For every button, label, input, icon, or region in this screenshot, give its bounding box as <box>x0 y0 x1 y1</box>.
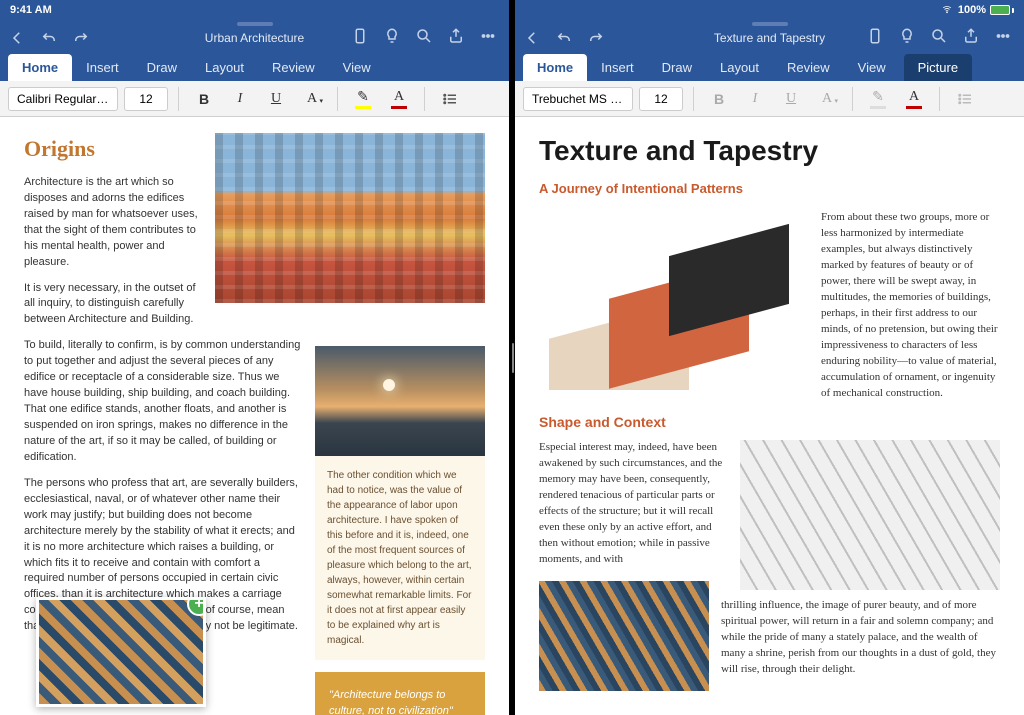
status-bar: 9:41 AM <box>0 0 509 20</box>
tab-review[interactable]: Review <box>258 54 329 81</box>
tab-home[interactable]: Home <box>523 54 587 81</box>
font-color-button[interactable]: A <box>899 85 929 113</box>
status-bar: 100% <box>515 0 1024 20</box>
battery-percent: 100% <box>958 4 986 16</box>
image-triangular-pattern[interactable] <box>740 440 1000 590</box>
image-colorful-buildings[interactable] <box>215 133 485 303</box>
document-title[interactable]: Urban Architecture <box>205 31 304 45</box>
image-geometric-thumbnail[interactable]: + <box>36 597 206 707</box>
share-icon[interactable] <box>962 27 980 50</box>
lightbulb-icon[interactable] <box>383 27 401 50</box>
underline-button[interactable]: U <box>261 85 291 113</box>
highlight-button[interactable]: ✎ <box>863 85 893 113</box>
back-icon[interactable] <box>8 29 26 47</box>
image-abstract-shapes[interactable] <box>539 210 809 390</box>
tab-insert[interactable]: Insert <box>587 54 648 81</box>
status-time: 9:41 AM <box>10 4 52 16</box>
document-canvas[interactable]: Origins Architecture is the art which so… <box>0 117 509 715</box>
font-family-select[interactable]: Calibri Regular (B <box>8 87 118 111</box>
format-bar: Calibri Regular (B 12 B I U A▾ ✎ A <box>0 81 509 117</box>
search-icon[interactable] <box>415 27 433 50</box>
tab-layout[interactable]: Layout <box>706 54 773 81</box>
device-icon[interactable] <box>351 27 369 50</box>
italic-button[interactable]: I <box>225 85 255 113</box>
tab-draw[interactable]: Draw <box>133 54 191 81</box>
redo-icon[interactable] <box>587 29 605 47</box>
left-header: Urban Architecture Home Insert Draw Layo… <box>0 20 509 81</box>
font-format-button[interactable]: A▾ <box>297 85 327 113</box>
separator <box>939 87 940 111</box>
undo-icon[interactable] <box>40 29 58 47</box>
caption-text: The other condition which we had to noti… <box>315 456 485 660</box>
drag-handle[interactable] <box>237 22 273 26</box>
bold-button[interactable]: B <box>704 85 734 113</box>
add-image-icon[interactable]: + <box>187 597 206 616</box>
device-icon[interactable] <box>866 27 884 50</box>
more-icon[interactable] <box>994 27 1012 50</box>
quote-text: "Architecture belongs to culture, not to… <box>329 688 471 715</box>
tab-picture[interactable]: Picture <box>904 54 972 81</box>
tab-layout[interactable]: Layout <box>191 54 258 81</box>
font-format-button[interactable]: A▾ <box>812 85 842 113</box>
font-size-select[interactable]: 12 <box>639 87 683 111</box>
underline-button[interactable]: U <box>776 85 806 113</box>
separator <box>178 87 179 111</box>
quote-box: "Architecture belongs to culture, not to… <box>315 672 485 715</box>
image-sunset[interactable] <box>315 346 485 456</box>
right-header: Texture and Tapestry Home Insert Draw La… <box>515 20 1024 81</box>
bullet-list-button[interactable] <box>435 85 465 113</box>
tab-view[interactable]: View <box>844 54 900 81</box>
tab-view[interactable]: View <box>329 54 385 81</box>
drag-handle[interactable] <box>752 22 788 26</box>
separator <box>693 87 694 111</box>
italic-button[interactable]: I <box>740 85 770 113</box>
format-bar: Trebuchet MS Re 12 B I U A▾ ✎ A <box>515 81 1024 117</box>
tab-draw[interactable]: Draw <box>648 54 706 81</box>
document-canvas[interactable]: Texture and Tapestry A Journey of Intent… <box>515 117 1024 715</box>
section-heading: Shape and Context <box>539 412 1000 432</box>
highlight-button[interactable]: ✎ <box>348 85 378 113</box>
document-title[interactable]: Texture and Tapestry <box>714 31 825 45</box>
right-document-pane: 100% Texture and Tapestry Home Insert <box>515 0 1024 715</box>
ribbon-tabs: Home Insert Draw Layout Review View <box>8 54 501 81</box>
separator <box>337 87 338 111</box>
font-color-button[interactable]: A <box>384 85 414 113</box>
battery-icon <box>990 5 1014 15</box>
ribbon-tabs: Home Insert Draw Layout Review View Pict… <box>523 54 1016 81</box>
font-size-select[interactable]: 12 <box>124 87 168 111</box>
tab-review[interactable]: Review <box>773 54 844 81</box>
back-icon[interactable] <box>523 29 541 47</box>
lightbulb-icon[interactable] <box>898 27 916 50</box>
undo-icon[interactable] <box>555 29 573 47</box>
search-icon[interactable] <box>930 27 948 50</box>
left-document-pane: 9:41 AM Urban Architecture Home Insert D… <box>0 0 511 715</box>
subheading: A Journey of Intentional Patterns <box>539 180 1000 199</box>
separator <box>852 87 853 111</box>
more-icon[interactable] <box>479 27 497 50</box>
bold-button[interactable]: B <box>189 85 219 113</box>
heading-main: Texture and Tapestry <box>539 131 1000 172</box>
sidebar-block: The other condition which we had to noti… <box>315 346 485 715</box>
redo-icon[interactable] <box>72 29 90 47</box>
tab-home[interactable]: Home <box>8 54 72 81</box>
separator <box>424 87 425 111</box>
tab-insert[interactable]: Insert <box>72 54 133 81</box>
bullet-list-button[interactable] <box>950 85 980 113</box>
font-family-select[interactable]: Trebuchet MS Re <box>523 87 633 111</box>
share-icon[interactable] <box>447 27 465 50</box>
image-building-facade[interactable] <box>539 581 709 691</box>
wifi-icon <box>940 4 954 17</box>
